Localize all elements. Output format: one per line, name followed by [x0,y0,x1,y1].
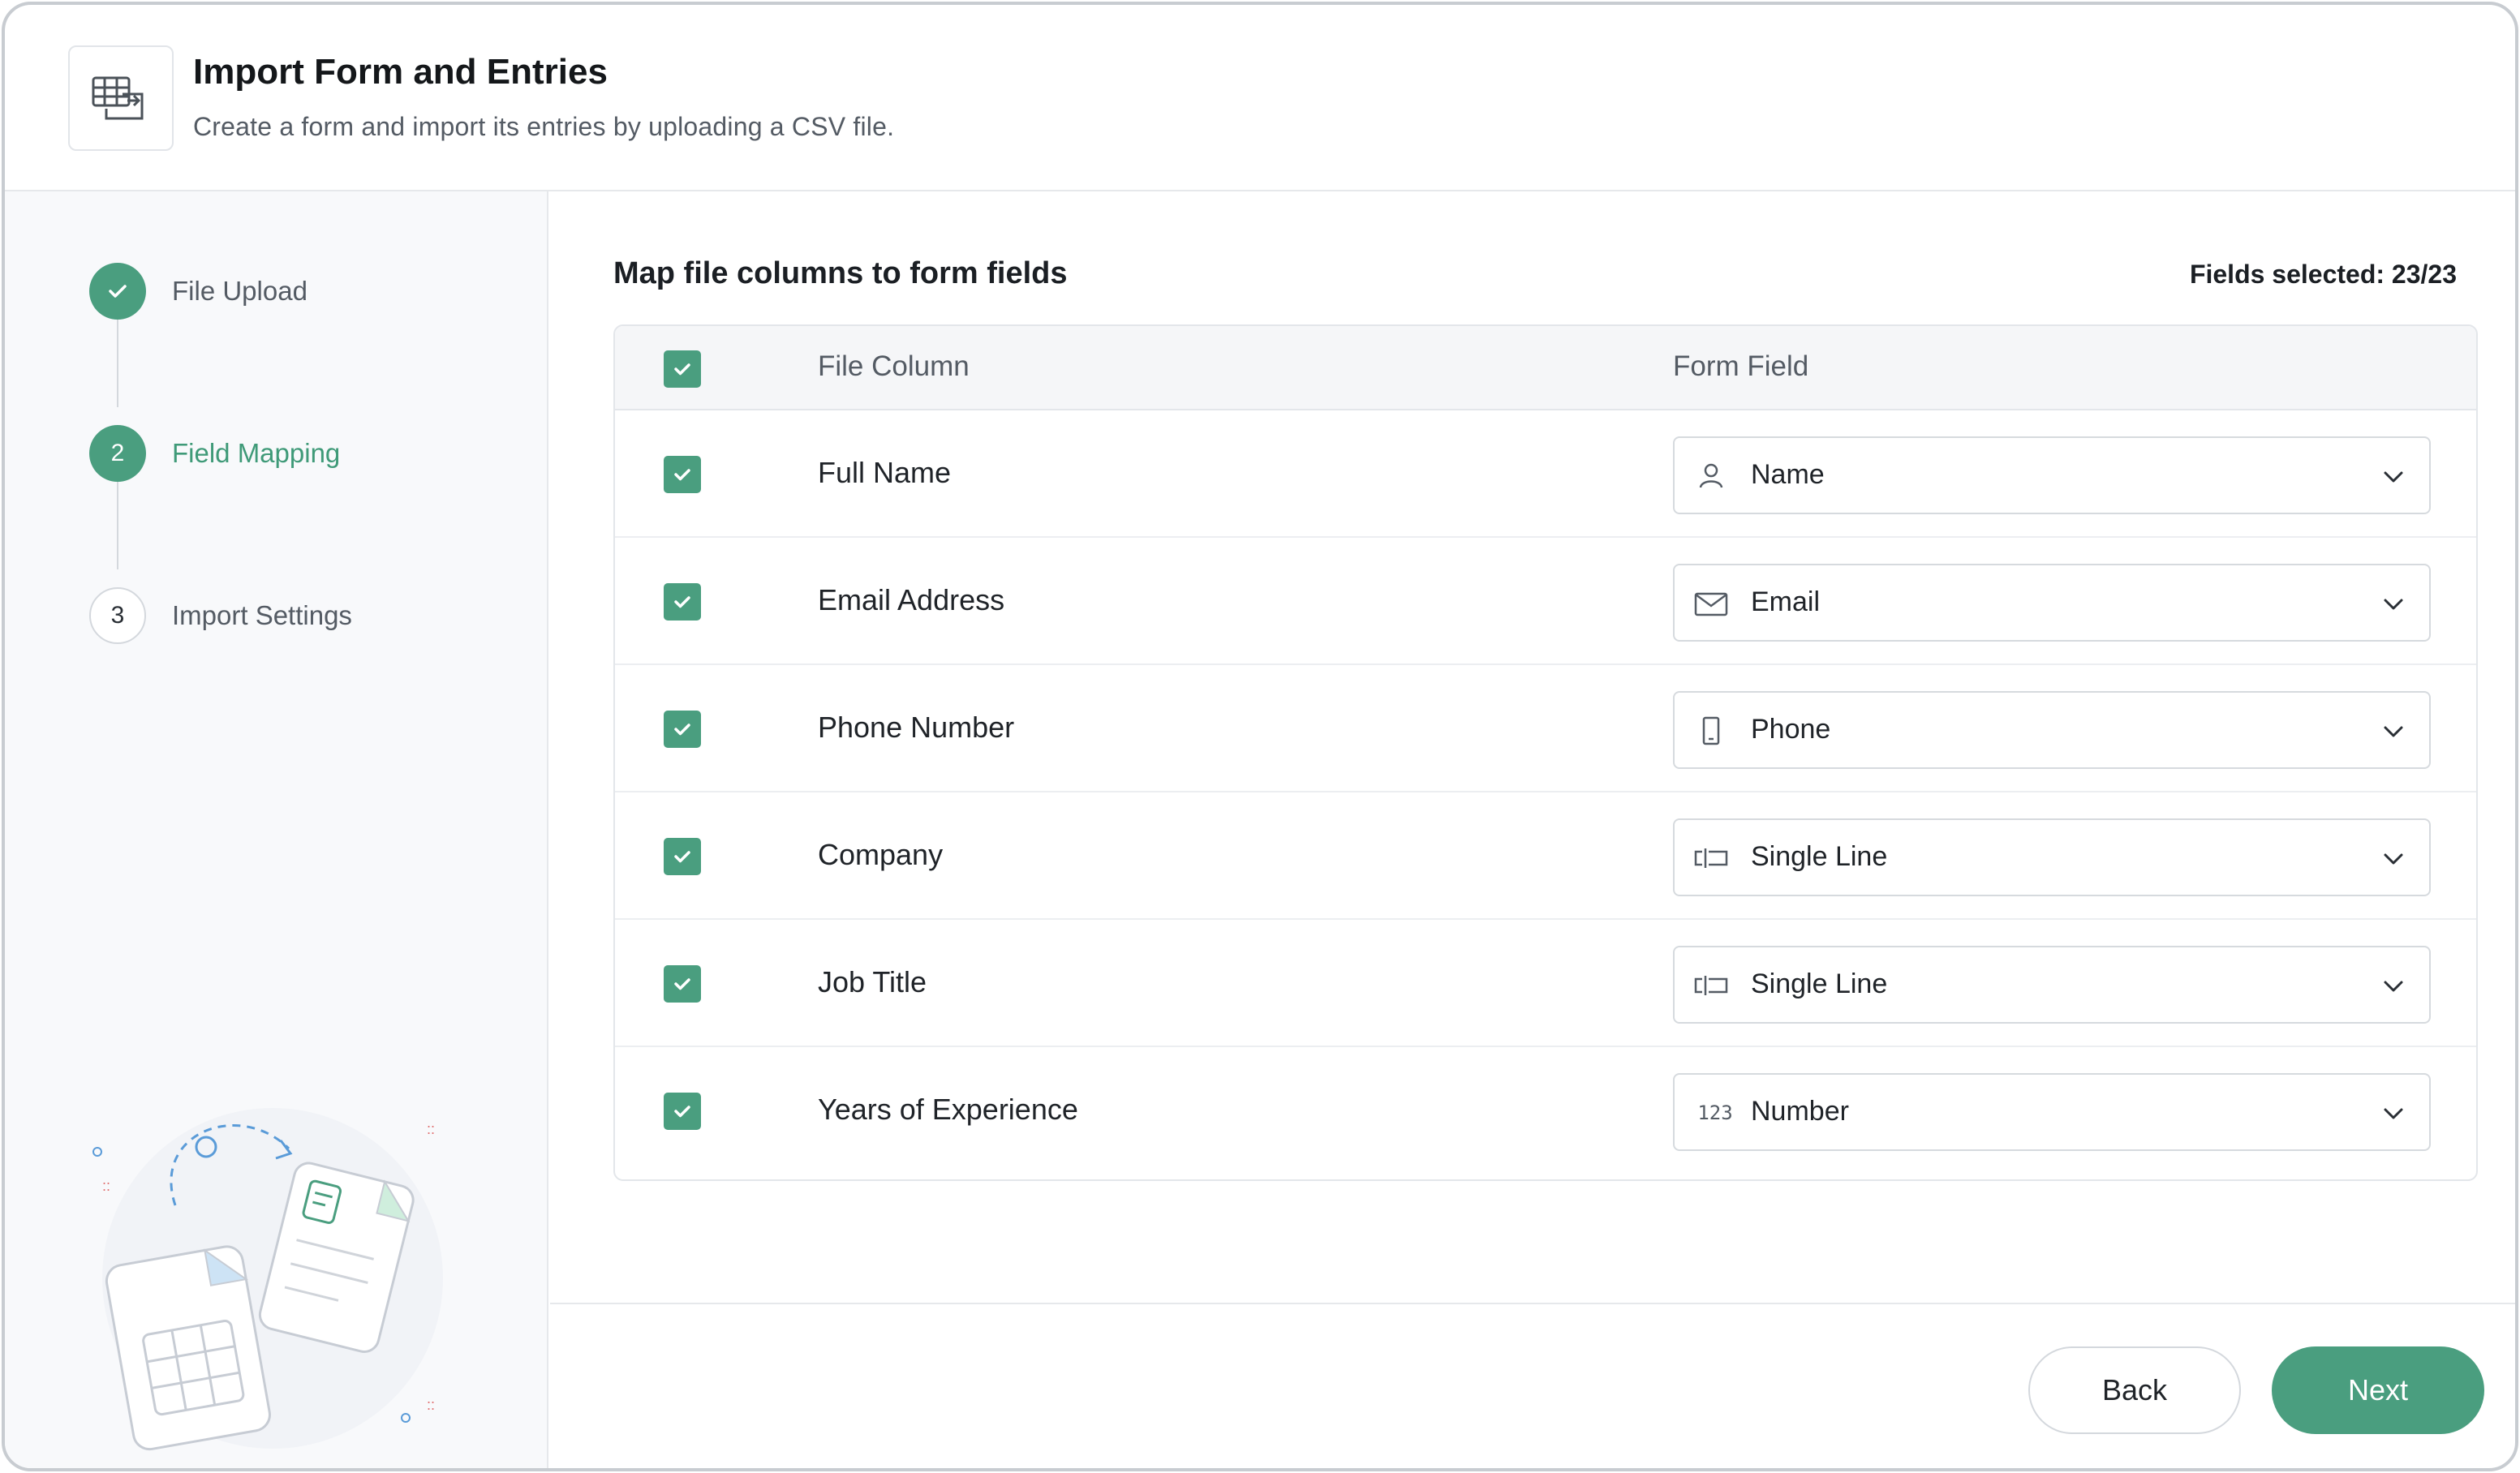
step-number: 2 [89,425,146,482]
table-row: Full Name Name [615,410,2476,538]
form-field-select[interactable]: Single Line [1673,818,2431,896]
table-header: File Column Form Field [615,326,2476,410]
single-line-icon [1692,840,1730,877]
table-row: Email Address Email [615,538,2476,665]
step-field-mapping[interactable]: 2 Field Mapping [89,425,340,482]
row-checkbox[interactable] [664,838,701,875]
form-field-value: Email [1751,586,1821,617]
step-import-settings[interactable]: 3 Import Settings [89,587,352,644]
form-field-value: Single Line [1751,841,1888,872]
import-illustration: :: :: :: [78,1084,484,1468]
table-row: Years of Experience 123 Number [615,1047,2476,1175]
form-field-value: Single Line [1751,968,1888,999]
row-checkbox[interactable] [664,965,701,1003]
chevron-down-icon [2384,599,2403,610]
phone-icon [1692,712,1730,749]
mapping-panel: Map file columns to form fields Fields s… [550,191,2515,1303]
chevron-down-icon [2384,471,2403,483]
form-field-select[interactable]: Name [1673,436,2431,514]
step-label: Field Mapping [172,438,341,468]
steps-sidebar: File Upload 2 Field Mapping 3 Import Set… [5,191,548,1468]
row-checkbox[interactable] [664,456,701,493]
fields-selected-count: Fields selected: 23/23 [2189,260,2457,289]
header-form-field: Form Field [1673,350,1809,382]
next-button[interactable]: Next [2272,1346,2484,1434]
step-connector [117,320,118,407]
mapping-title: Map file columns to form fields [613,256,1068,290]
form-field-value: Number [1751,1096,1849,1127]
form-field-value: Name [1751,459,1825,490]
step-label: File Upload [172,276,307,306]
table-row: Company Single Line [615,792,2476,920]
person-icon [1692,457,1730,495]
envelope-icon [1692,585,1730,622]
file-column-name: Years of Experience [818,1093,1078,1126]
row-checkbox[interactable] [664,711,701,748]
svg-text:::: :: [102,1178,110,1194]
svg-text:::: :: [427,1121,435,1137]
mapping-table: File Column Form Field Full Name Name Em… [613,324,2478,1181]
step-connector [117,482,118,569]
form-field-value: Phone [1751,714,1831,745]
step-file-upload[interactable]: File Upload [89,263,307,320]
row-checkbox[interactable] [664,583,701,621]
dialog-header: Import Form and Entries Create a form an… [5,5,2515,191]
file-column-name: Full Name [818,456,952,489]
check-icon [89,263,146,320]
number-icon: 123 [1697,1102,1733,1124]
form-field-select[interactable]: 123 Number [1673,1073,2431,1151]
table-row: Phone Number Phone [615,665,2476,792]
row-checkbox[interactable] [664,1093,701,1130]
file-column-name: Phone Number [818,711,1015,744]
file-column-name: Company [818,838,944,871]
chevron-down-icon [2384,981,2403,992]
step-label: Import Settings [172,600,352,630]
header-file-column: File Column [818,350,970,382]
import-dialog: Import Form and Entries Create a form an… [2,2,2518,1471]
form-field-select[interactable]: Phone [1673,691,2431,769]
select-all-checkbox[interactable] [664,350,701,388]
svg-text:::: :: [427,1397,435,1413]
dialog-subtitle: Create a form and import its entries by … [193,112,895,141]
import-table-icon [68,45,174,151]
table-row: Job Title Single Line [615,920,2476,1047]
file-column-name: Job Title [818,965,927,998]
file-column-name: Email Address [818,583,1005,616]
chevron-down-icon [2384,853,2403,865]
form-field-select[interactable]: Single Line [1673,946,2431,1024]
single-line-icon [1692,967,1730,1004]
chevron-down-icon [2384,1108,2403,1119]
form-field-select[interactable]: Email [1673,564,2431,642]
dialog-footer: Back Next [550,1303,2515,1468]
step-number: 3 [89,587,146,644]
chevron-down-icon [2384,726,2403,737]
dialog-title: Import Form and Entries [193,52,608,92]
back-button[interactable]: Back [2028,1346,2241,1434]
